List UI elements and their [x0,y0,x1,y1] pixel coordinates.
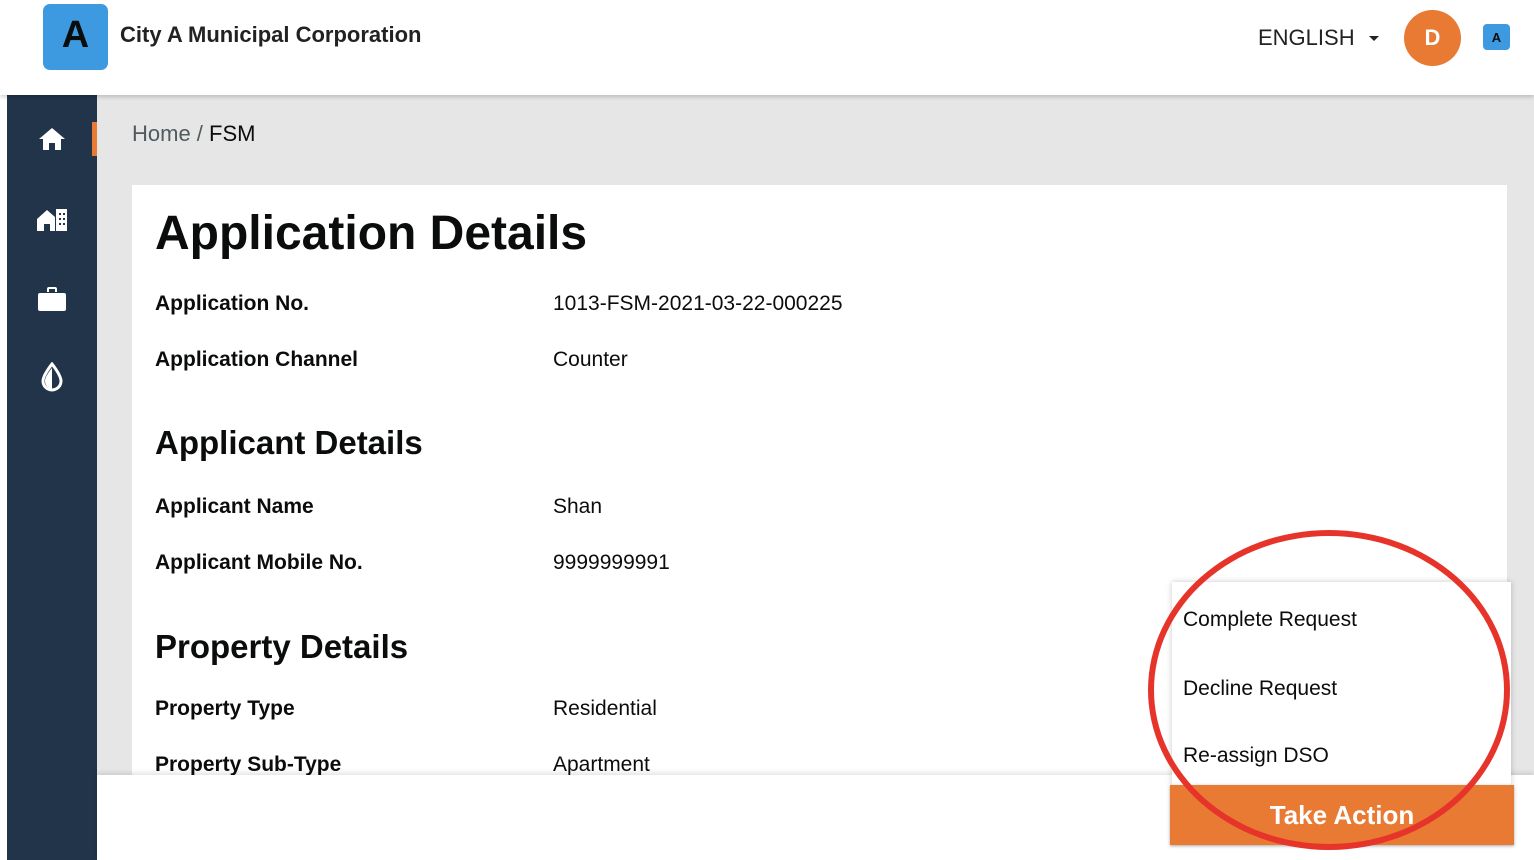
menu-item-reassign-dso[interactable]: Re-assign DSO [1183,744,1329,768]
sidebar-item-fsm[interactable] [7,347,97,407]
applicant-mobile-value: 9999999991 [553,551,670,574]
property-details-title: Property Details [155,628,409,665]
page-title: Application Details [155,207,588,260]
take-action-button[interactable]: Take Action [1170,785,1514,845]
top-header: A City A Municipal Corporation ENGLISH D… [0,0,1534,95]
breadcrumb-current: FSM [209,121,256,146]
property-type-label: Property Type [155,697,295,720]
briefcase-icon [38,287,66,311]
application-channel-value: Counter [553,348,628,371]
app-badge: A [1483,24,1510,50]
property-type-value: Residential [553,697,657,720]
sidebar [7,95,97,860]
breadcrumb-separator: / [190,121,210,146]
applicant-name-value: Shan [553,495,603,518]
action-menu: Complete Request Decline Request Re-assi… [1172,582,1511,786]
caret-down-icon [1368,35,1379,41]
breadcrumb-home[interactable]: Home [132,121,191,146]
city-logo: A [43,4,108,70]
language-selector[interactable]: ENGLISH [1258,25,1379,51]
application-no-label: Application No. [155,292,309,315]
sidebar-item-home[interactable] [7,109,97,169]
water-drop-icon [41,362,63,392]
application-channel-label: Application Channel [155,348,359,371]
property-subtype-value: Apartment [553,753,650,776]
breadcrumb: Home / FSM [132,121,255,147]
active-indicator [92,122,97,156]
home-icon [39,128,65,150]
application-no-value: 1013-FSM-2021-03-22-000225 [553,292,843,315]
applicant-name-label: Applicant Name [155,495,314,518]
applicant-mobile-label: Applicant Mobile No. [155,551,363,574]
city-name: City A Municipal Corporation [120,22,422,47]
applicant-details-title: Applicant Details [155,424,423,461]
user-avatar[interactable]: D [1404,10,1461,66]
menu-item-complete-request[interactable]: Complete Request [1183,608,1357,632]
language-label: ENGLISH [1258,25,1355,50]
sidebar-item-property[interactable] [7,189,97,249]
menu-item-decline-request[interactable]: Decline Request [1183,677,1337,701]
building-icon [37,209,67,231]
sidebar-item-business[interactable] [7,269,97,329]
property-subtype-label: Property Sub-Type [155,753,342,776]
